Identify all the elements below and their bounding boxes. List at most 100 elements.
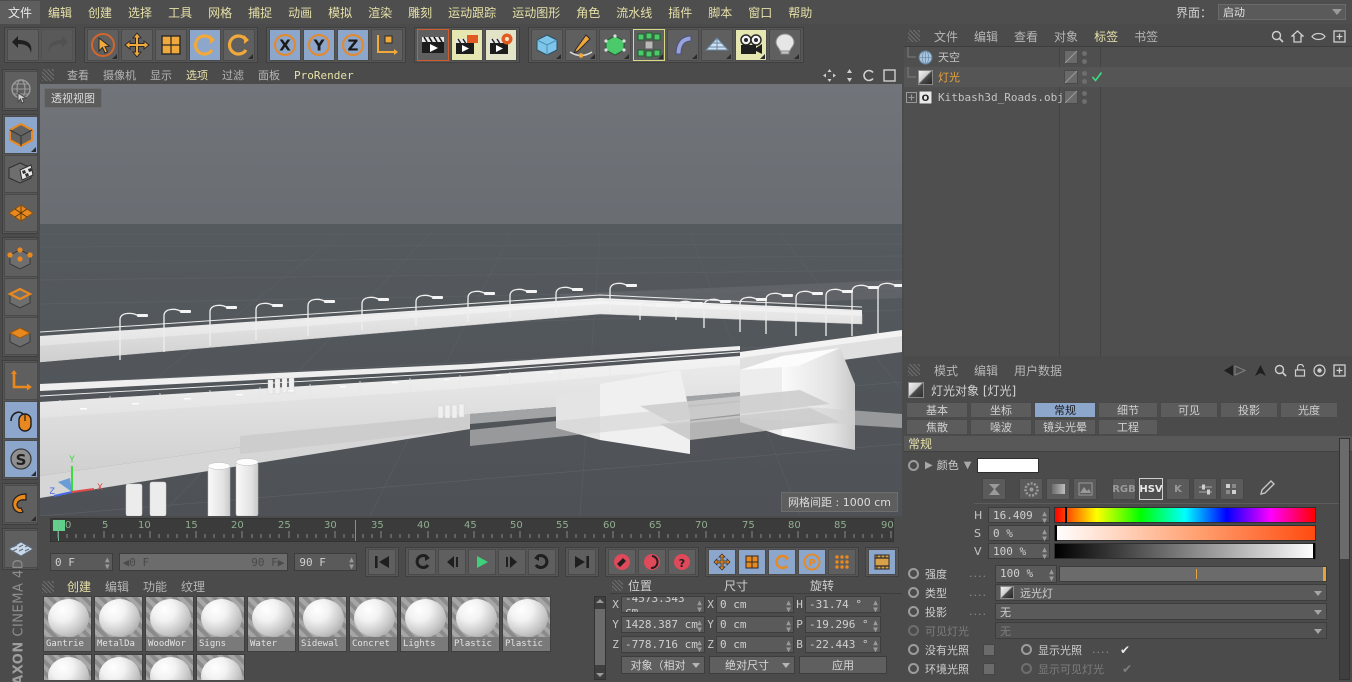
search-icon[interactable] — [1271, 30, 1284, 43]
material-item[interactable] — [196, 654, 245, 680]
spinner-icon[interactable]: ▲ ▼ — [786, 639, 791, 653]
current-frame-field[interactable]: 0 F ▲ ▼ — [50, 553, 113, 571]
eye-icon[interactable] — [1311, 30, 1326, 43]
viewport-3d[interactable]: 透视视图 网格间距 : 1000 cm Y X Z — [40, 84, 902, 516]
spinner-icon[interactable]: ▲ ▼ — [786, 619, 791, 633]
intensity-field[interactable]: 100 % ▲ ▼ — [995, 564, 1057, 583]
expand-toggle[interactable] — [904, 87, 918, 107]
material-item[interactable]: Water — [247, 596, 296, 652]
viewport-menu-view[interactable]: 查看 — [60, 67, 96, 83]
scroll-thumb[interactable] — [1340, 439, 1349, 559]
ambient-illumination-checkbox[interactable] — [983, 662, 995, 675]
object-row-kitbash[interactable]: O Kitbash3d_Roads.obj — [904, 87, 1352, 107]
menu-simulate[interactable]: 模拟 — [320, 1, 360, 24]
s-field[interactable]: 0 % ▲ ▼ — [988, 525, 1050, 543]
shadow-dropdown[interactable]: 无 — [995, 603, 1327, 620]
spinner-icon[interactable]: ▲ ▼ — [697, 619, 702, 633]
object-menu-tags[interactable]: 标签 — [1086, 28, 1126, 45]
material-scrollbar[interactable] — [594, 596, 606, 680]
gradient-icon[interactable] — [982, 478, 1006, 500]
v-field[interactable]: 100 % ▲ ▼ — [988, 543, 1050, 561]
scroll-thumb[interactable] — [595, 609, 605, 665]
go-to-start-button[interactable] — [367, 549, 396, 575]
spinner-icon[interactable]: ▲ ▼ — [1049, 567, 1054, 582]
hue-slider[interactable] — [1054, 507, 1316, 523]
menu-snap[interactable]: 捕捉 — [240, 1, 280, 24]
scroll-up-icon[interactable] — [596, 599, 604, 603]
material-item[interactable]: MetalDa — [94, 596, 143, 652]
attribute-menu-mode[interactable]: 模式 — [926, 362, 966, 379]
step-back-button[interactable] — [437, 549, 466, 575]
panel-grip-icon[interactable] — [908, 364, 920, 376]
intensity-animation-radio[interactable] — [908, 568, 919, 579]
menu-window[interactable]: 窗口 — [740, 1, 780, 24]
menu-file[interactable]: 文件 — [0, 0, 41, 24]
visibility-dots[interactable] — [1082, 50, 1087, 64]
material-item[interactable]: Signs — [196, 596, 245, 652]
lock-x-button[interactable]: X — [269, 29, 301, 61]
size-z-field[interactable]: 0 cm ▲ ▼ — [716, 636, 794, 653]
axis-mode-button[interactable] — [4, 362, 38, 400]
expand-arrow-icon[interactable]: ▶ — [925, 460, 933, 471]
viewport-menu-filter[interactable]: 过滤 — [215, 67, 251, 83]
coordinate-mode-dropdown[interactable]: 对象（相对 — [621, 655, 705, 674]
sliders-icon[interactable] — [1193, 478, 1217, 500]
material-item[interactable]: Roads — [43, 654, 92, 680]
visibility-dots[interactable] — [1082, 70, 1087, 84]
menu-script[interactable]: 脚本 — [700, 1, 740, 24]
attribute-scrollbar[interactable] — [1339, 438, 1350, 680]
timeline-ruler[interactable]: 0 5 10 15 20 25 30 35 40 45 50 55 60 65 … — [50, 518, 894, 542]
camera-button[interactable] — [735, 29, 767, 61]
spinner-icon[interactable]: ▲ ▼ — [786, 599, 791, 613]
rgb-mode-button[interactable]: RGB — [1112, 478, 1136, 500]
value-slider[interactable] — [1054, 543, 1316, 559]
spinner-icon[interactable]: ▲ ▼ — [873, 619, 878, 633]
timeline-button[interactable] — [867, 549, 896, 575]
spinner-icon[interactable]: ▲ ▼ — [697, 599, 702, 613]
scale-tool[interactable] — [155, 29, 187, 61]
lock-icon[interactable] — [1294, 363, 1306, 377]
zoom-view-icon[interactable] — [843, 68, 856, 82]
plus-box-icon[interactable] — [1333, 363, 1346, 377]
spinner-icon[interactable]: ▲ ▼ — [1042, 510, 1047, 525]
material-item[interactable] — [94, 654, 143, 680]
menu-pipeline[interactable]: 流水线 — [608, 1, 660, 24]
eyedropper-icon[interactable] — [1259, 479, 1275, 499]
menu-tools[interactable]: 工具 — [160, 1, 200, 24]
scroll-down-icon[interactable] — [596, 673, 604, 677]
previous-keyframe-button[interactable] — [407, 549, 436, 575]
type-animation-radio[interactable] — [908, 587, 919, 598]
menu-sculpt[interactable]: 雕刻 — [400, 1, 440, 24]
scale-key-button[interactable] — [737, 549, 766, 575]
hsv-mode-button[interactable]: HSV — [1139, 478, 1163, 500]
attribute-menu-userdata[interactable]: 用户数据 — [1006, 362, 1070, 379]
shadow-animation-radio[interactable] — [908, 606, 919, 617]
tab-general[interactable]: 常规 — [1034, 402, 1096, 418]
menu-edit[interactable]: 编辑 — [40, 1, 80, 24]
rotation-b-field[interactable]: -22.443 ° ▲ ▼ — [805, 636, 881, 653]
no-illum-animation-radio[interactable] — [908, 644, 919, 655]
object-menu-edit[interactable]: 编辑 — [966, 28, 1006, 45]
edges-mode-button[interactable] — [4, 278, 38, 316]
up-arrow-icon[interactable] — [1254, 364, 1267, 377]
position-key-button[interactable] — [707, 549, 736, 575]
visibility-toggle-icon[interactable] — [1064, 50, 1078, 64]
magnet-button[interactable] — [4, 485, 38, 523]
rotate-view-icon[interactable] — [863, 69, 876, 82]
spinner-icon[interactable]: ▲ ▼ — [1042, 546, 1047, 561]
menu-animate[interactable]: 动画 — [280, 1, 320, 24]
intensity-slider[interactable] — [1059, 565, 1327, 582]
visible-light-animation-radio[interactable] — [908, 625, 919, 636]
redo-button[interactable] — [41, 29, 73, 61]
parameter-key-button[interactable]: P — [797, 549, 826, 575]
light-button[interactable] — [769, 29, 801, 61]
live-selection-tool[interactable] — [4, 71, 38, 109]
viewport-menu-prorender[interactable]: ProRender — [287, 69, 361, 82]
h-field[interactable]: 16.409 ▲ ▼ — [988, 507, 1050, 525]
nurbs-button[interactable] — [599, 29, 631, 61]
workplane-button[interactable] — [4, 194, 38, 232]
material-menu-edit[interactable]: 编辑 — [98, 578, 136, 595]
material-menu-create[interactable]: 创建 — [60, 578, 98, 595]
lock-y-button[interactable]: Y — [303, 29, 335, 61]
light-type-dropdown[interactable]: 远光灯 — [995, 584, 1327, 601]
